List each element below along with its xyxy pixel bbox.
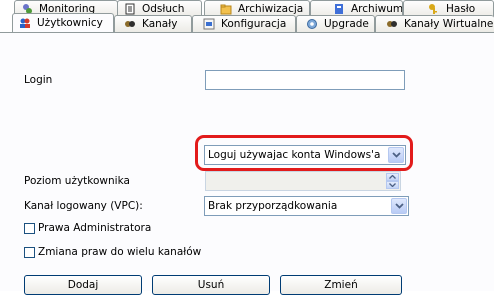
login-label: Login	[24, 74, 53, 86]
tab-label: Kanały Wirtualne	[404, 18, 494, 30]
tab-upgrade[interactable]: Upgrade	[296, 15, 375, 32]
tab-label: Hasło	[446, 3, 476, 15]
user-level-spinner[interactable]	[205, 171, 401, 191]
admin-rights-label: Prawa Administratora	[38, 222, 152, 234]
change-button[interactable]: Zmień	[280, 275, 402, 295]
spin-up-button[interactable]	[386, 173, 399, 181]
tab-label: Użytkownicy	[37, 17, 103, 29]
user-level-label: Poziom użytkownika	[24, 175, 130, 187]
tab-row-bottom: Użytkownicy Kanały Konfiguracja Upgrade …	[0, 13, 494, 32]
tab-konfiguracja[interactable]: Konfiguracja	[192, 15, 296, 32]
highlight-annotation	[195, 135, 413, 171]
login-input[interactable]	[205, 70, 405, 90]
tab-label: Odsłuch	[142, 3, 185, 15]
spinner-buttons[interactable]	[386, 173, 399, 189]
upgrade-gear-icon	[307, 19, 317, 29]
users-icon	[20, 18, 30, 28]
tab-label: Upgrade	[324, 18, 369, 30]
multi-channel-rights-checkbox[interactable]: Zmiana praw do wielu kanałów	[24, 246, 201, 258]
tab-label: Konfiguracja	[221, 18, 287, 30]
dropdown-button[interactable]	[391, 198, 407, 214]
archive-icon	[335, 4, 343, 14]
archive-folder-icon	[220, 4, 232, 15]
chevron-down-icon	[394, 203, 404, 209]
add-button[interactable]: Dodaj	[24, 275, 142, 295]
virtual-channels-icon	[387, 21, 397, 27]
multi-channel-rights-label: Zmiana praw do wielu kanałów	[38, 246, 202, 258]
user-management-window: Monitoring Odsłuch Archiwizacja Archiwum…	[0, 0, 494, 295]
channel-value: Brak przyporządkowania	[208, 200, 338, 212]
tab-label: Kanały	[142, 18, 178, 30]
admin-rights-checkbox[interactable]: Prawa Administratora	[24, 222, 151, 234]
checkbox-box[interactable]	[24, 246, 35, 258]
configuration-icon	[203, 18, 215, 30]
tab-uzytkownicy[interactable]: Użytkownicy	[12, 13, 114, 32]
chevron-up-icon	[389, 175, 396, 179]
spin-down-button[interactable]	[386, 181, 399, 189]
chevron-down-icon	[389, 183, 396, 187]
checkbox-box[interactable]	[24, 222, 35, 234]
key-icon	[429, 4, 437, 14]
tab-label: Archiwizacja	[238, 3, 304, 15]
tab-kanaly[interactable]: Kanały	[114, 15, 192, 32]
channel-select[interactable]: Brak przyporządkowania	[204, 196, 409, 216]
channel-label: Kanał logowany (VPC):	[24, 200, 143, 212]
document-icon	[125, 3, 135, 15]
tab-kanaly-wirtualne[interactable]: Kanały Wirtualne	[375, 15, 494, 32]
remove-button[interactable]: Usuń	[152, 275, 270, 295]
channels-icon	[125, 21, 135, 27]
tab-label: Archiwum	[351, 3, 403, 15]
